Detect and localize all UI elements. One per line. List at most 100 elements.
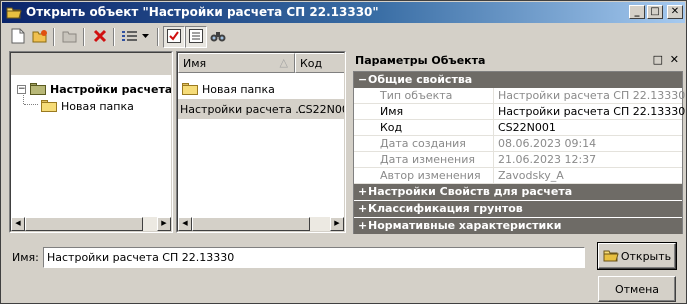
find-icon xyxy=(210,29,226,46)
title-bar[interactable]: Открыть объект "Настройки расчета СП 22.… xyxy=(2,2,685,23)
property-row[interactable]: Дата изменения 21.06.2023 12:37 xyxy=(354,152,682,168)
folder-up-button[interactable] xyxy=(59,26,81,48)
property-label: Тип объекта xyxy=(354,88,494,104)
property-grid: −Общие свойства Тип объекта Настройки ра… xyxy=(353,71,686,234)
property-value: Настройки расчета СП 22.13330 xyxy=(498,89,686,102)
toolbar-separator xyxy=(157,28,159,46)
dock-icon[interactable]: □ xyxy=(653,53,663,66)
object-properties-panel: Параметры Объекта □ ✕ −Общие свойства Ти… xyxy=(351,51,685,236)
column-header-label: Код xyxy=(300,57,323,70)
property-label: Имя xyxy=(354,104,494,120)
category-label: Классификация грунтов xyxy=(368,202,523,215)
scroll-left-icon[interactable]: ◀ xyxy=(11,217,25,231)
property-value: Zavodsky_A xyxy=(498,169,564,182)
category-normative[interactable]: +Нормативные характеристики xyxy=(354,218,682,234)
property-value[interactable]: Настройки расчета СП 22.13330 xyxy=(496,104,685,120)
check-toggle-button[interactable] xyxy=(163,26,185,48)
property-value: 21.06.2023 12:37 xyxy=(498,153,597,166)
open-folder-button[interactable] xyxy=(29,26,51,48)
tree-header xyxy=(11,53,171,75)
tree-item-label: Настройки расчета xyxy=(50,82,172,96)
name-label: Имя: xyxy=(12,251,39,264)
property-row[interactable]: Код CS22N001 xyxy=(354,120,682,136)
delete-button[interactable] xyxy=(89,26,111,48)
scroll-thumb[interactable] xyxy=(25,217,143,231)
folder-app-icon xyxy=(6,5,22,19)
scroll-thumb[interactable] xyxy=(192,217,310,231)
expand-icon[interactable]: + xyxy=(358,185,368,198)
tree-connector xyxy=(24,104,38,105)
list-item-code: CS22N00 xyxy=(298,102,345,116)
new-document-icon xyxy=(11,28,25,47)
window-title: Открыть объект "Настройки расчета СП 22.… xyxy=(26,5,379,19)
list-item[interactable]: Новая папка xyxy=(178,79,344,99)
properties-toggle-button[interactable] xyxy=(185,26,207,48)
property-label: Код xyxy=(354,120,494,136)
category-soil-classification[interactable]: +Классификация грунтов xyxy=(354,201,682,217)
collapse-icon[interactable]: − xyxy=(17,84,26,94)
open-folder-icon xyxy=(32,29,48,46)
panel-title: Параметры Объекта xyxy=(355,54,486,67)
folder-icon xyxy=(30,83,46,95)
list-item-name: Настройки расчета ... xyxy=(180,102,306,116)
properties-icon xyxy=(189,28,203,46)
folder-tree-pane: − Настройки расчета Новая папка ◀ ▶ xyxy=(9,51,173,233)
property-label: Автор изменения xyxy=(354,168,494,184)
open-button-label: Открыть xyxy=(620,249,672,263)
maximize-button[interactable]: □ xyxy=(647,5,663,19)
sort-ascending-icon: △ xyxy=(279,56,288,69)
folder-icon xyxy=(182,83,198,95)
property-value[interactable]: CS22N001 xyxy=(496,120,556,136)
property-row[interactable]: Имя Настройки расчета СП 22.13330 xyxy=(354,104,685,120)
column-header-label: Имя xyxy=(183,57,207,70)
view-mode-icon xyxy=(121,29,151,46)
view-mode-dropdown[interactable] xyxy=(119,26,153,48)
object-list-pane: Имя △ Код Новая папка Настройки расчета … xyxy=(176,51,346,233)
folder-up-icon xyxy=(62,29,78,46)
list-horizontal-scrollbar[interactable]: ◀ ▶ xyxy=(178,217,344,231)
property-value: 08.06.2023 09:14 xyxy=(498,137,597,150)
folder-icon xyxy=(41,100,57,112)
scroll-left-icon[interactable]: ◀ xyxy=(178,217,192,231)
tree-item-label: Новая папка xyxy=(61,99,134,113)
open-button[interactable]: Открыть xyxy=(597,242,677,270)
open-folder-icon xyxy=(603,248,619,265)
property-row[interactable]: Автор изменения Zavodsky_A xyxy=(354,168,682,184)
check-icon xyxy=(167,28,181,46)
column-header-code[interactable]: Код xyxy=(295,53,344,73)
expand-icon[interactable]: + xyxy=(358,219,368,232)
collapse-icon[interactable]: − xyxy=(358,73,368,86)
cancel-button[interactable]: Отмена xyxy=(598,276,676,302)
toolbar xyxy=(3,25,684,49)
tree-item-root[interactable]: − Настройки расчета xyxy=(17,80,172,98)
open-object-dialog: Открыть объект "Настройки расчета СП 22.… xyxy=(0,0,687,304)
panel-close-icon[interactable]: ✕ xyxy=(670,53,679,66)
category-label: Нормативные характеристики xyxy=(368,219,562,232)
column-header-name[interactable]: Имя △ xyxy=(178,53,295,73)
property-label: Дата создания xyxy=(354,136,494,152)
cancel-button-label: Отмена xyxy=(614,282,660,296)
category-label: Настройки Свойств для расчета xyxy=(368,185,573,198)
scroll-right-icon[interactable]: ▶ xyxy=(330,217,344,231)
tree-horizontal-scrollbar[interactable]: ◀ ▶ xyxy=(11,217,171,231)
toolbar-separator xyxy=(83,28,85,46)
find-button[interactable] xyxy=(207,26,229,48)
category-general[interactable]: −Общие свойства xyxy=(354,72,682,88)
property-row[interactable]: Тип объекта Настройки расчета СП 22.1333… xyxy=(354,88,686,104)
toolbar-separator xyxy=(113,28,115,46)
expand-icon[interactable]: + xyxy=(358,202,368,215)
delete-icon xyxy=(93,29,107,46)
tree-item-new-folder[interactable]: Новая папка xyxy=(41,97,134,115)
category-label: Общие свойства xyxy=(368,73,473,86)
category-calc-settings[interactable]: +Настройки Свойств для расчета xyxy=(354,184,682,200)
new-document-button[interactable] xyxy=(7,26,29,48)
list-item-name: Новая папка xyxy=(202,82,275,96)
minimize-button[interactable]: _ xyxy=(629,5,645,19)
name-input[interactable] xyxy=(43,247,585,268)
toolbar-separator xyxy=(53,28,55,46)
tree-connector xyxy=(23,93,24,104)
scroll-right-icon[interactable]: ▶ xyxy=(157,217,171,231)
property-row[interactable]: Дата создания 08.06.2023 09:14 xyxy=(354,136,682,152)
close-button[interactable]: ✕ xyxy=(667,5,683,19)
list-item-selected[interactable]: Настройки расчета ... CS22N00 xyxy=(178,99,344,119)
